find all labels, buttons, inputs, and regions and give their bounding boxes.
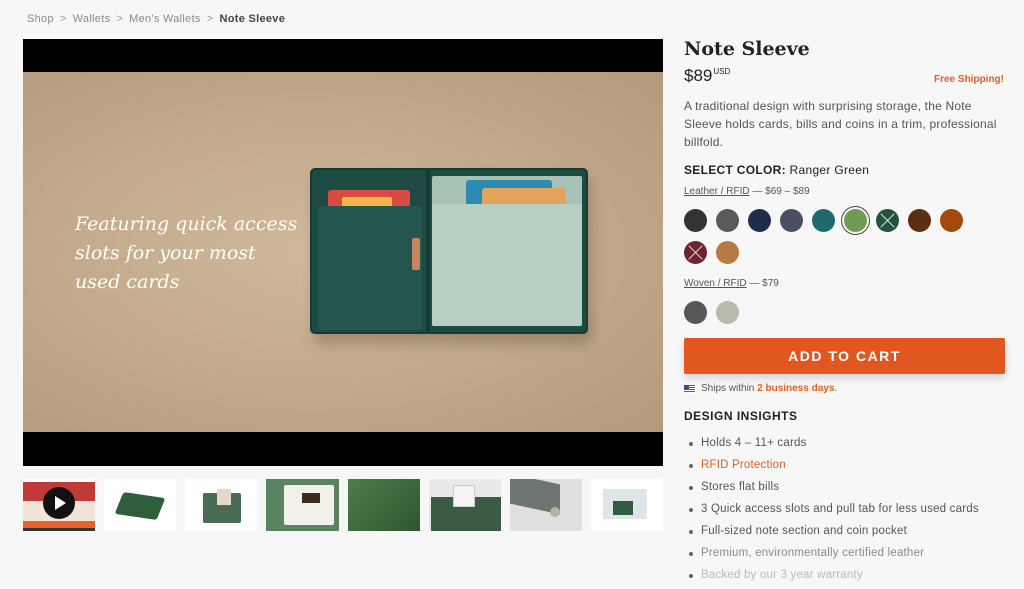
design-insights-title: DESIGN INSIGHTS bbox=[684, 409, 798, 423]
us-flag-icon bbox=[684, 384, 695, 393]
thumbnail-strip bbox=[23, 479, 663, 531]
color-swatch[interactable] bbox=[780, 209, 803, 232]
thumbnail-image[interactable] bbox=[509, 479, 582, 531]
swatch-group-leather bbox=[684, 209, 974, 264]
design-insights-list: Holds 4 – 11+ cards RFID Protection Stor… bbox=[684, 432, 1004, 586]
select-color: SELECT COLOR: Ranger Green bbox=[684, 163, 1004, 177]
insight-item: Holds 4 – 11+ cards bbox=[684, 432, 1004, 454]
insight-item: Stores flat bills bbox=[684, 476, 1004, 498]
thumbnail-video[interactable] bbox=[23, 479, 96, 531]
breadcrumb-wallets[interactable]: Wallets bbox=[73, 13, 111, 25]
video-caption-line: used cards bbox=[75, 271, 180, 293]
insight-item-rfid-link[interactable]: RFID Protection bbox=[684, 454, 1004, 476]
wallet-image bbox=[310, 168, 592, 344]
video-caption-line: slots for your most bbox=[75, 242, 256, 264]
color-swatch[interactable] bbox=[940, 209, 963, 232]
video-caption: Featuring quick access slots for your mo… bbox=[75, 210, 297, 297]
video-caption-line: Featuring quick access bbox=[75, 213, 298, 235]
color-swatch[interactable] bbox=[876, 209, 899, 232]
swatch-group-label: Woven / RFID — $79 bbox=[684, 278, 779, 289]
color-swatch[interactable] bbox=[716, 241, 739, 264]
add-to-cart-button[interactable]: ADD TO CART bbox=[684, 338, 1005, 374]
select-color-label: SELECT COLOR: bbox=[684, 163, 786, 177]
product-title: Note Sleeve bbox=[684, 38, 810, 60]
ships-days: 2 business days bbox=[757, 383, 835, 394]
color-swatch[interactable] bbox=[684, 301, 707, 324]
color-swatch[interactable] bbox=[748, 209, 771, 232]
insight-item: 3 Quick access slots and pull tab for le… bbox=[684, 498, 1004, 520]
swatch-group-woven bbox=[684, 301, 974, 324]
breadcrumb: Shop > Wallets > Men's Wallets > Note Sl… bbox=[27, 13, 285, 25]
color-swatch[interactable] bbox=[684, 209, 707, 232]
breadcrumb-separator: > bbox=[59, 13, 67, 25]
insight-item: Backed by our 3 year warranty bbox=[684, 564, 1004, 586]
price-currency: USD bbox=[713, 67, 731, 76]
insight-item: Premium, environmentally certified leath… bbox=[684, 542, 1004, 564]
thumbnail-image[interactable] bbox=[428, 479, 501, 531]
free-shipping-badge: Free Shipping! bbox=[934, 74, 1004, 85]
thumbnail-image[interactable] bbox=[266, 479, 339, 531]
thumbnail-image[interactable] bbox=[104, 479, 177, 531]
color-swatch[interactable] bbox=[812, 209, 835, 232]
color-swatch[interactable] bbox=[684, 241, 707, 264]
video-frame: Featuring quick access slots for your mo… bbox=[23, 72, 663, 432]
thumbnail-image[interactable] bbox=[185, 479, 258, 531]
ships-prefix: Ships within bbox=[701, 383, 755, 394]
color-swatch[interactable] bbox=[716, 209, 739, 232]
swatch-group-label: Leather / RFID — $69 – $89 bbox=[684, 186, 810, 197]
product-info: Note Sleeve $89USD Free Shipping! A trad… bbox=[684, 38, 1005, 586]
product-description: A traditional design with surprising sto… bbox=[684, 99, 997, 149]
thumbnail-image[interactable] bbox=[590, 479, 663, 531]
breadcrumb-separator: > bbox=[206, 13, 214, 25]
insight-item: Full-sized note section and coin pocket bbox=[684, 520, 1004, 542]
breadcrumb-shop[interactable]: Shop bbox=[27, 13, 54, 25]
color-swatch[interactable] bbox=[908, 209, 931, 232]
product-price: $89USD bbox=[684, 66, 730, 86]
breadcrumb-current: Note Sleeve bbox=[219, 13, 286, 25]
ships-within: Ships within 2 business days. bbox=[684, 383, 1004, 394]
product-video[interactable]: Featuring quick access slots for your mo… bbox=[23, 39, 663, 466]
play-icon bbox=[43, 487, 75, 519]
breadcrumb-separator: > bbox=[116, 13, 124, 25]
color-swatch[interactable] bbox=[844, 209, 867, 232]
breadcrumb-mens-wallets[interactable]: Men's Wallets bbox=[129, 13, 201, 25]
material-link-leather[interactable]: Leather / RFID bbox=[684, 186, 750, 197]
price-value: $89 bbox=[684, 66, 713, 85]
thumbnail-image[interactable] bbox=[347, 479, 420, 531]
color-swatch[interactable] bbox=[716, 301, 739, 324]
select-color-value: Ranger Green bbox=[789, 163, 870, 177]
material-link-woven[interactable]: Woven / RFID bbox=[684, 278, 747, 289]
